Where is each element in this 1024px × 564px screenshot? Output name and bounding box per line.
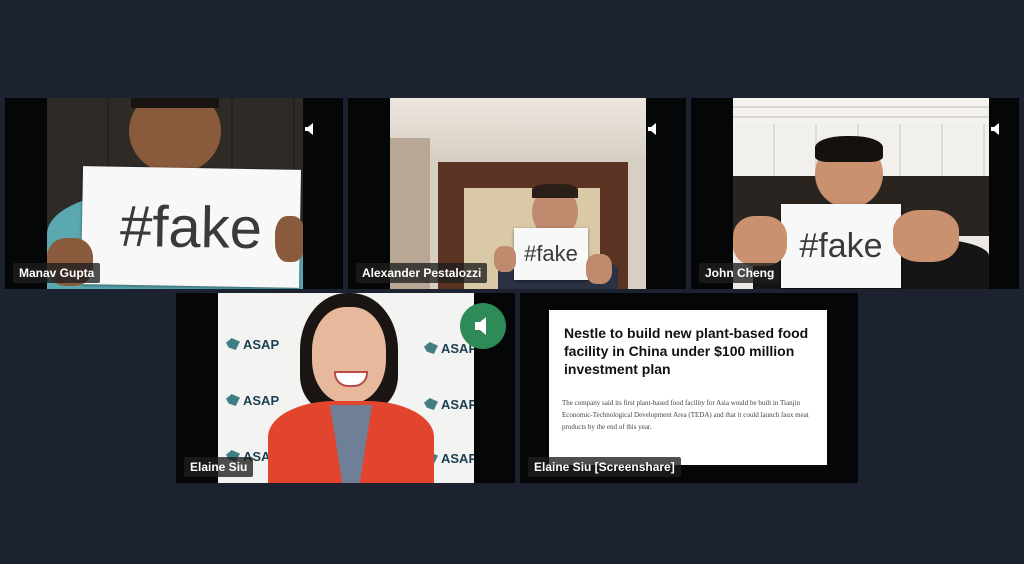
fake-sign: #fake	[80, 166, 302, 288]
fake-sign: #fake	[781, 204, 901, 288]
participant-name: John Cheng	[699, 263, 781, 283]
person-hair	[131, 98, 219, 108]
fake-sign: #fake	[514, 228, 588, 280]
video-tile-alexander-pestalozzi[interactable]: #fake Alexander Pestalozzi	[348, 98, 686, 289]
hand-right	[275, 216, 303, 262]
video-tile-elaine-siu[interactable]: ASAP ASAP ASAP ASAP ASAP ASAP Elaine Siu	[176, 293, 515, 483]
participant-name: Alexander Pestalozzi	[356, 263, 488, 283]
active-speaker-indicator[interactable]	[460, 303, 506, 349]
backdrop-logo: ASAP	[226, 337, 279, 352]
hand-left	[494, 246, 516, 272]
screenshare-tile[interactable]: Nestle to build new plant-based food fac…	[520, 293, 858, 483]
ceiling-slats	[733, 98, 989, 124]
slide-body-text: The company said its first plant-based f…	[562, 399, 809, 431]
sign-text: #fake	[524, 241, 578, 266]
backdrop-logo: ASAP	[424, 397, 474, 412]
participant-name: Manav Gupta	[13, 263, 101, 283]
speaker-icon[interactable]	[816, 316, 834, 334]
sign-text: #fake	[119, 193, 263, 261]
speaker-icon[interactable]	[302, 120, 320, 138]
video-feed: #fake	[47, 98, 303, 289]
person-hair	[815, 136, 883, 162]
speaker-icon[interactable]	[645, 120, 663, 138]
speaker-icon	[475, 317, 486, 335]
hand-right	[586, 254, 612, 284]
person-hair	[532, 184, 578, 198]
hand-left	[733, 216, 787, 266]
participant-name: Elaine Siu [Screenshare]	[528, 457, 681, 477]
video-tile-john-cheng[interactable]: #fake John Cheng	[691, 98, 1019, 289]
backdrop-logo: ASAP	[226, 393, 279, 408]
video-feed: ASAP ASAP ASAP ASAP ASAP ASAP	[218, 293, 474, 483]
video-tile-manav-gupta[interactable]: #fake Manav Gupta	[5, 98, 343, 289]
shared-slide: Nestle to build new plant-based food fac…	[549, 310, 827, 465]
video-feed: #fake	[390, 98, 646, 289]
slide-headline: Nestle to build new plant-based food fac…	[564, 325, 809, 377]
video-feed: #fake	[733, 98, 989, 289]
speaker-icon[interactable]	[988, 120, 1006, 138]
person-head	[312, 307, 386, 403]
hand-right	[893, 210, 959, 262]
participant-name: Elaine Siu	[184, 457, 254, 477]
sign-text: #fake	[799, 226, 883, 265]
